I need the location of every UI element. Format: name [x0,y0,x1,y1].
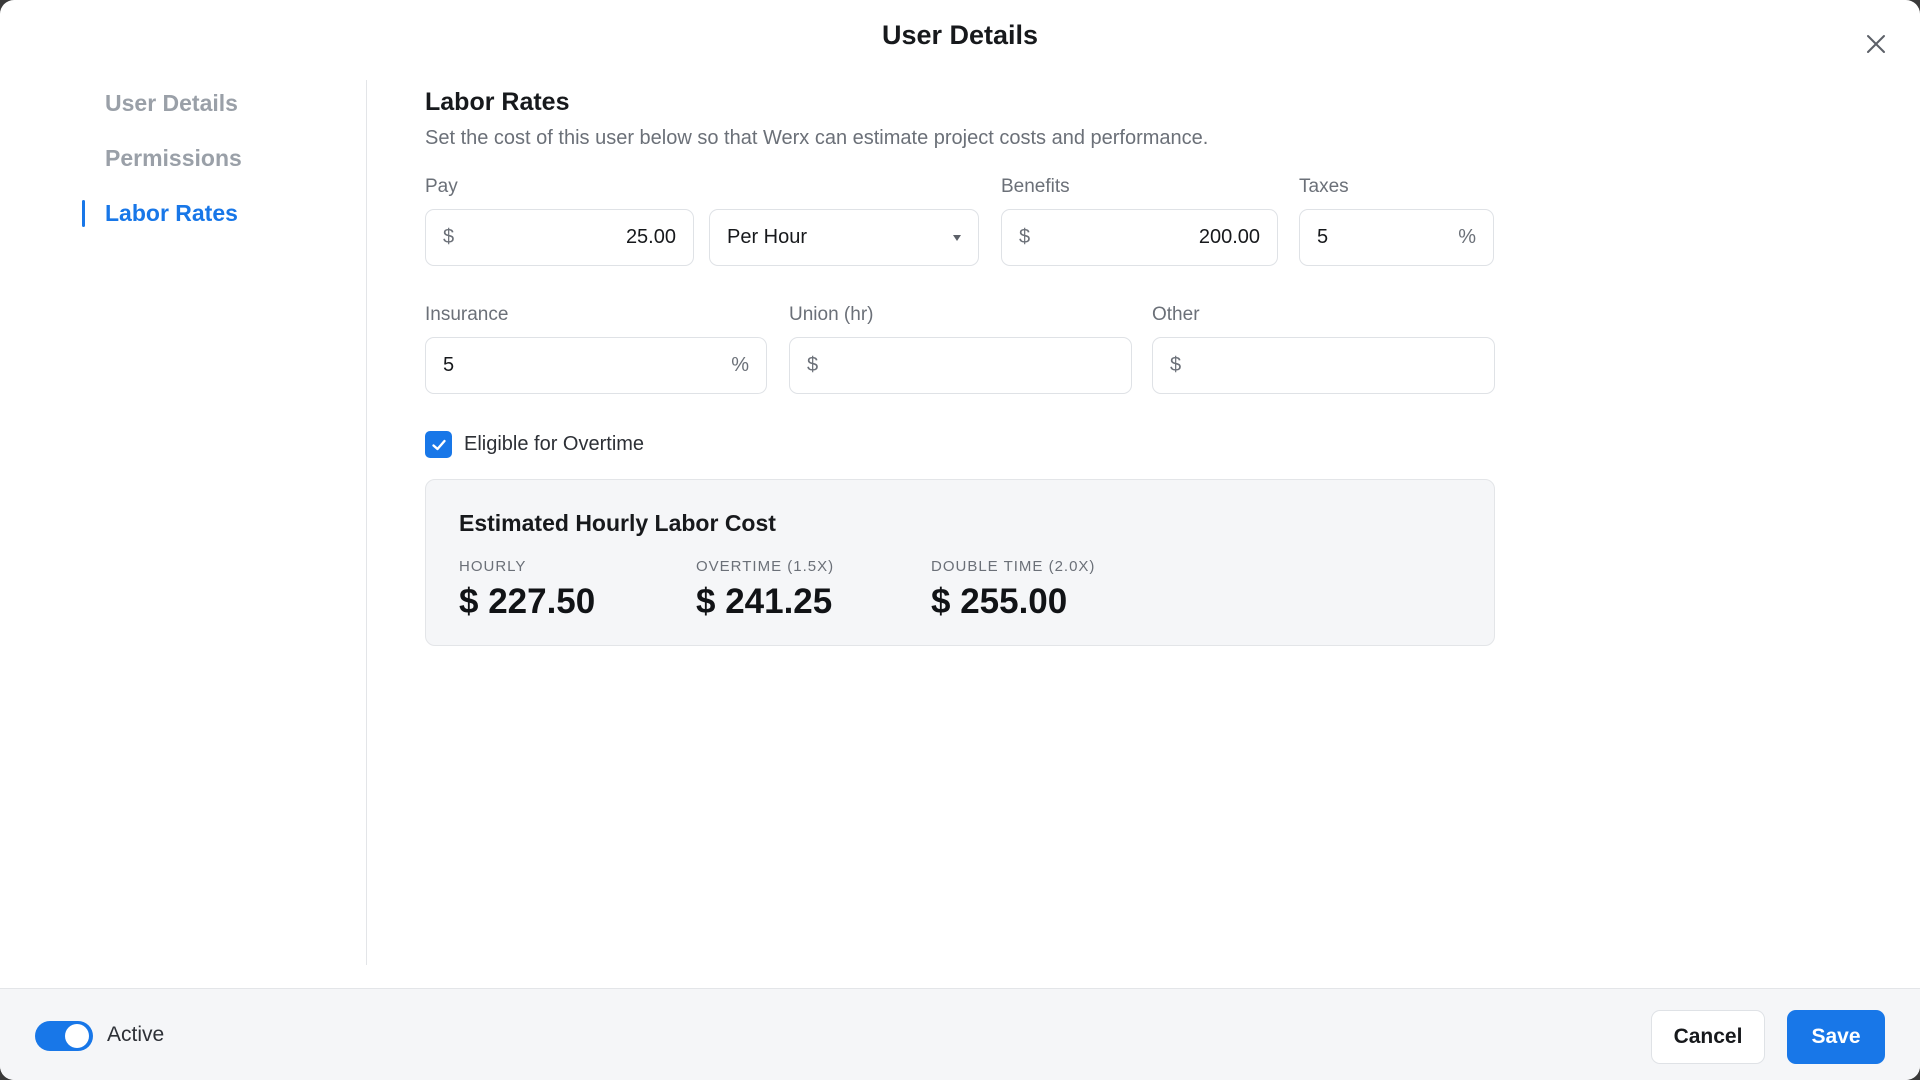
insurance-input[interactable]: 5 % [425,337,767,394]
active-indicator [82,200,85,227]
active-toggle[interactable] [35,1021,93,1051]
hourly-estimate: HOURLY $ 227.50 [459,558,595,622]
overtime-estimate-value: $ 241.25 [696,582,833,621]
insurance-percent-suffix: % [731,354,749,376]
union-currency-prefix: $ [807,354,819,376]
overtime-estimate-label: OVERTIME (1.5X) [696,558,835,575]
cancel-button[interactable]: Cancel [1651,1010,1765,1064]
double-time-label: DOUBLE TIME (2.0X) [931,558,1096,575]
sidebar-nav: User Details Permissions Labor Rates [0,80,367,965]
hourly-label: HOURLY [459,558,527,575]
hourly-value: $ 227.50 [459,582,596,621]
benefits-label: Benefits [1001,176,1070,197]
close-icon [1867,35,1885,53]
pay-currency-prefix: $ [443,226,455,248]
taxes-value: 5 [1317,226,1329,248]
double-time-estimate: DOUBLE TIME (2.0X) $ 255.00 [931,558,1095,622]
toggle-knob [65,1024,89,1048]
overtime-eligibility[interactable]: Eligible for Overtime [425,431,644,458]
overtime-estimate: OVERTIME (1.5X) $ 241.25 [696,558,834,622]
estimate-card: Estimated Hourly Labor Cost HOURLY $ 227… [425,479,1495,646]
overtime-checkbox[interactable] [425,431,452,458]
insurance-label: Insurance [425,304,509,325]
sidebar-item-permissions[interactable]: Permissions [105,145,242,172]
union-label: Union (hr) [789,304,874,325]
close-button[interactable] [1860,28,1892,60]
section-title: Labor Rates [425,88,570,116]
save-button[interactable]: Save [1787,1010,1885,1064]
benefits-input[interactable]: $ 200.00 [1001,209,1278,266]
user-details-modal: User Details User Details Permissions La… [0,0,1920,1080]
sidebar-item-user-details[interactable]: User Details [105,90,238,117]
overtime-label: Eligible for Overtime [464,433,645,455]
taxes-label: Taxes [1299,176,1349,197]
pay-period-value: Per Hour [727,226,808,248]
labor-rates-panel: Labor Rates Set the cost of this user be… [425,88,1495,646]
double-time-value: $ 255.00 [931,582,1068,621]
taxes-input[interactable]: 5 % [1299,209,1494,266]
union-input[interactable]: $ [789,337,1132,394]
estimate-title: Estimated Hourly Labor Cost [459,510,776,536]
modal-title: User Details [881,20,1039,50]
pay-period-select[interactable]: Per Hour [709,209,979,266]
sidebar-item-labor-rates[interactable]: Labor Rates [105,200,238,227]
other-currency-prefix: $ [1170,354,1182,376]
checkmark-icon [431,439,446,450]
pay-label: Pay [425,176,458,197]
insurance-value: 5 [443,354,455,376]
pay-input[interactable]: $ 25.00 [425,209,694,266]
taxes-percent-suffix: % [1458,226,1476,248]
pay-value: 25.00 [625,226,676,248]
other-label: Other [1152,304,1200,325]
benefits-currency-prefix: $ [1019,226,1031,248]
modal-footer: Active Cancel Save [0,988,1920,1080]
benefits-value: 200.00 [1198,226,1260,248]
chevron-down-icon [953,234,961,241]
other-input[interactable]: $ [1152,337,1495,394]
section-description: Set the cost of this user below so that … [425,127,1209,149]
active-label: Active [107,1023,165,1046]
